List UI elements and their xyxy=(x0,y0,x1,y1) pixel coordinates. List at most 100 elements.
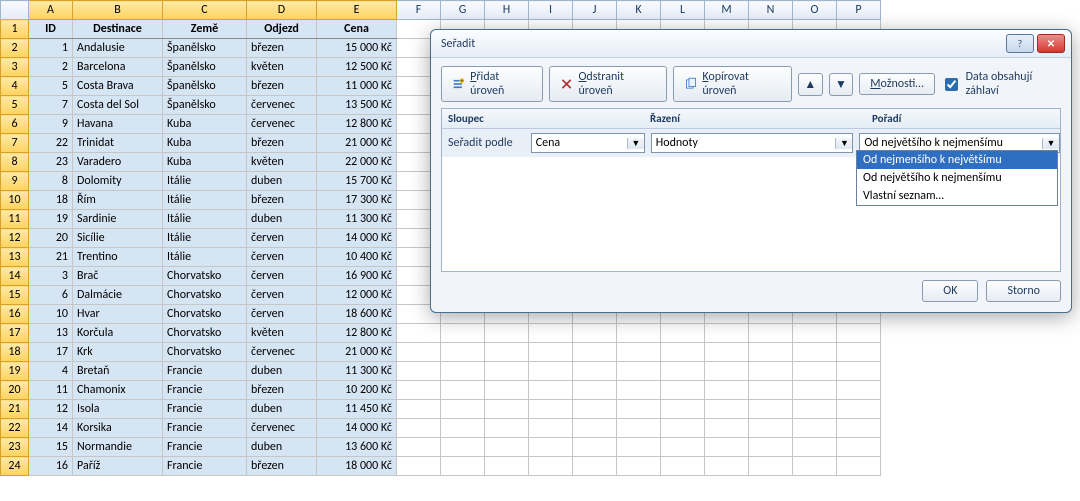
row-header[interactable]: 19 xyxy=(1,362,29,381)
cell[interactable] xyxy=(793,381,837,400)
cell[interactable]: 6 xyxy=(29,286,73,305)
cell[interactable] xyxy=(661,343,705,362)
column-header[interactable]: L xyxy=(661,1,705,20)
table-header-cell[interactable]: Cena xyxy=(317,20,397,39)
cell[interactable]: Korčula xyxy=(73,324,163,343)
cell[interactable] xyxy=(397,362,441,381)
cell[interactable] xyxy=(793,419,837,438)
cell[interactable] xyxy=(485,381,529,400)
cell[interactable]: 10 400 Kč xyxy=(317,248,397,267)
column-header[interactable]: K xyxy=(617,1,661,20)
sort-column-combo[interactable]: Cena ▼ xyxy=(531,133,645,153)
move-down-button[interactable]: ▼ xyxy=(829,73,854,96)
cell[interactable] xyxy=(837,343,881,362)
cell[interactable]: 9 xyxy=(29,115,73,134)
cell[interactable]: 13 600 Kč xyxy=(317,438,397,457)
cell[interactable]: 18 xyxy=(29,191,73,210)
cell[interactable] xyxy=(837,438,881,457)
cell[interactable]: Trinidat xyxy=(73,134,163,153)
cell[interactable]: 15 xyxy=(29,438,73,457)
cell[interactable] xyxy=(529,438,573,457)
cell[interactable]: březen xyxy=(247,381,317,400)
cell[interactable]: Kuba xyxy=(163,134,247,153)
cell[interactable]: Havana xyxy=(73,115,163,134)
cell[interactable]: 21 000 Kč xyxy=(317,134,397,153)
cell[interactable] xyxy=(749,343,793,362)
cell[interactable]: 18 600 Kč xyxy=(317,305,397,324)
cell[interactable] xyxy=(573,419,617,438)
cell[interactable]: Varadero xyxy=(73,153,163,172)
cell[interactable] xyxy=(529,362,573,381)
cell[interactable]: 21 xyxy=(29,248,73,267)
cell[interactable]: 17 xyxy=(29,343,73,362)
row-header[interactable]: 8 xyxy=(1,153,29,172)
row-header[interactable]: 1 xyxy=(1,20,29,39)
row-header[interactable]: 13 xyxy=(1,248,29,267)
cell[interactable]: Francie xyxy=(163,362,247,381)
cell[interactable] xyxy=(617,381,661,400)
cell[interactable]: duben xyxy=(247,362,317,381)
cell[interactable]: duben xyxy=(247,172,317,191)
column-header[interactable]: G xyxy=(441,1,485,20)
cell[interactable]: 21 000 Kč xyxy=(317,343,397,362)
cell[interactable]: Itálie xyxy=(163,248,247,267)
cell[interactable]: Francie xyxy=(163,381,247,400)
cell[interactable]: 15 000 Kč xyxy=(317,39,397,58)
cell[interactable] xyxy=(793,457,837,476)
cell[interactable] xyxy=(397,400,441,419)
cell[interactable] xyxy=(529,400,573,419)
cell[interactable] xyxy=(441,381,485,400)
column-header[interactable]: A xyxy=(29,1,73,20)
dropdown-option[interactable]: Od největšího k nejmenšímu xyxy=(857,169,1057,187)
cell[interactable]: 10 xyxy=(29,305,73,324)
column-header[interactable]: O xyxy=(793,1,837,20)
cell[interactable]: Normandie xyxy=(73,438,163,457)
cell[interactable]: Itálie xyxy=(163,210,247,229)
cell[interactable]: 14 xyxy=(29,419,73,438)
row-header[interactable]: 2 xyxy=(1,39,29,58)
cell[interactable] xyxy=(617,457,661,476)
cell[interactable]: 15 700 Kč xyxy=(317,172,397,191)
cell[interactable]: Španělsko xyxy=(163,58,247,77)
column-header[interactable]: M xyxy=(705,1,749,20)
row-header[interactable]: 21 xyxy=(1,400,29,419)
cell[interactable]: Chamonix xyxy=(73,381,163,400)
cell[interactable]: 7 xyxy=(29,96,73,115)
cell[interactable] xyxy=(837,324,881,343)
cell[interactable] xyxy=(485,438,529,457)
row-header[interactable]: 15 xyxy=(1,286,29,305)
row-header[interactable]: 22 xyxy=(1,419,29,438)
cell[interactable]: červen xyxy=(247,229,317,248)
cell[interactable]: červen xyxy=(247,267,317,286)
cell[interactable] xyxy=(441,419,485,438)
cell[interactable]: březen xyxy=(247,457,317,476)
cell[interactable] xyxy=(705,381,749,400)
copy-level-button[interactable]: Kopírovat úroveň xyxy=(673,66,792,102)
cell[interactable]: 11 450 Kč xyxy=(317,400,397,419)
row-header[interactable]: 9 xyxy=(1,172,29,191)
cell[interactable]: 14 000 Kč xyxy=(317,419,397,438)
cell[interactable] xyxy=(485,362,529,381)
cell[interactable]: Korsika xyxy=(73,419,163,438)
sort-on-combo[interactable]: Hodnoty ▼ xyxy=(651,133,854,153)
dropdown-option[interactable]: Vlastní seznam… xyxy=(857,187,1057,205)
options-button[interactable]: Možnosti… xyxy=(859,73,934,95)
cell[interactable] xyxy=(793,324,837,343)
cell[interactable]: Kuba xyxy=(163,115,247,134)
has-headers-checkbox[interactable]: Data obsahují záhlaví xyxy=(941,70,1061,98)
cell[interactable]: Řím xyxy=(73,191,163,210)
cell[interactable] xyxy=(837,419,881,438)
cell[interactable] xyxy=(529,381,573,400)
cell[interactable]: Barcelona xyxy=(73,58,163,77)
close-button[interactable]: ✕ xyxy=(1037,34,1065,53)
cell[interactable]: Francie xyxy=(163,400,247,419)
row-header[interactable]: 17 xyxy=(1,324,29,343)
cell[interactable] xyxy=(705,419,749,438)
column-header[interactable]: F xyxy=(397,1,441,20)
table-header-cell[interactable]: Země xyxy=(163,20,247,39)
cell[interactable]: červen xyxy=(247,286,317,305)
cell[interactable]: duben xyxy=(247,438,317,457)
cell[interactable]: 2 xyxy=(29,58,73,77)
cell[interactable]: Dalmácie xyxy=(73,286,163,305)
cell[interactable] xyxy=(837,362,881,381)
